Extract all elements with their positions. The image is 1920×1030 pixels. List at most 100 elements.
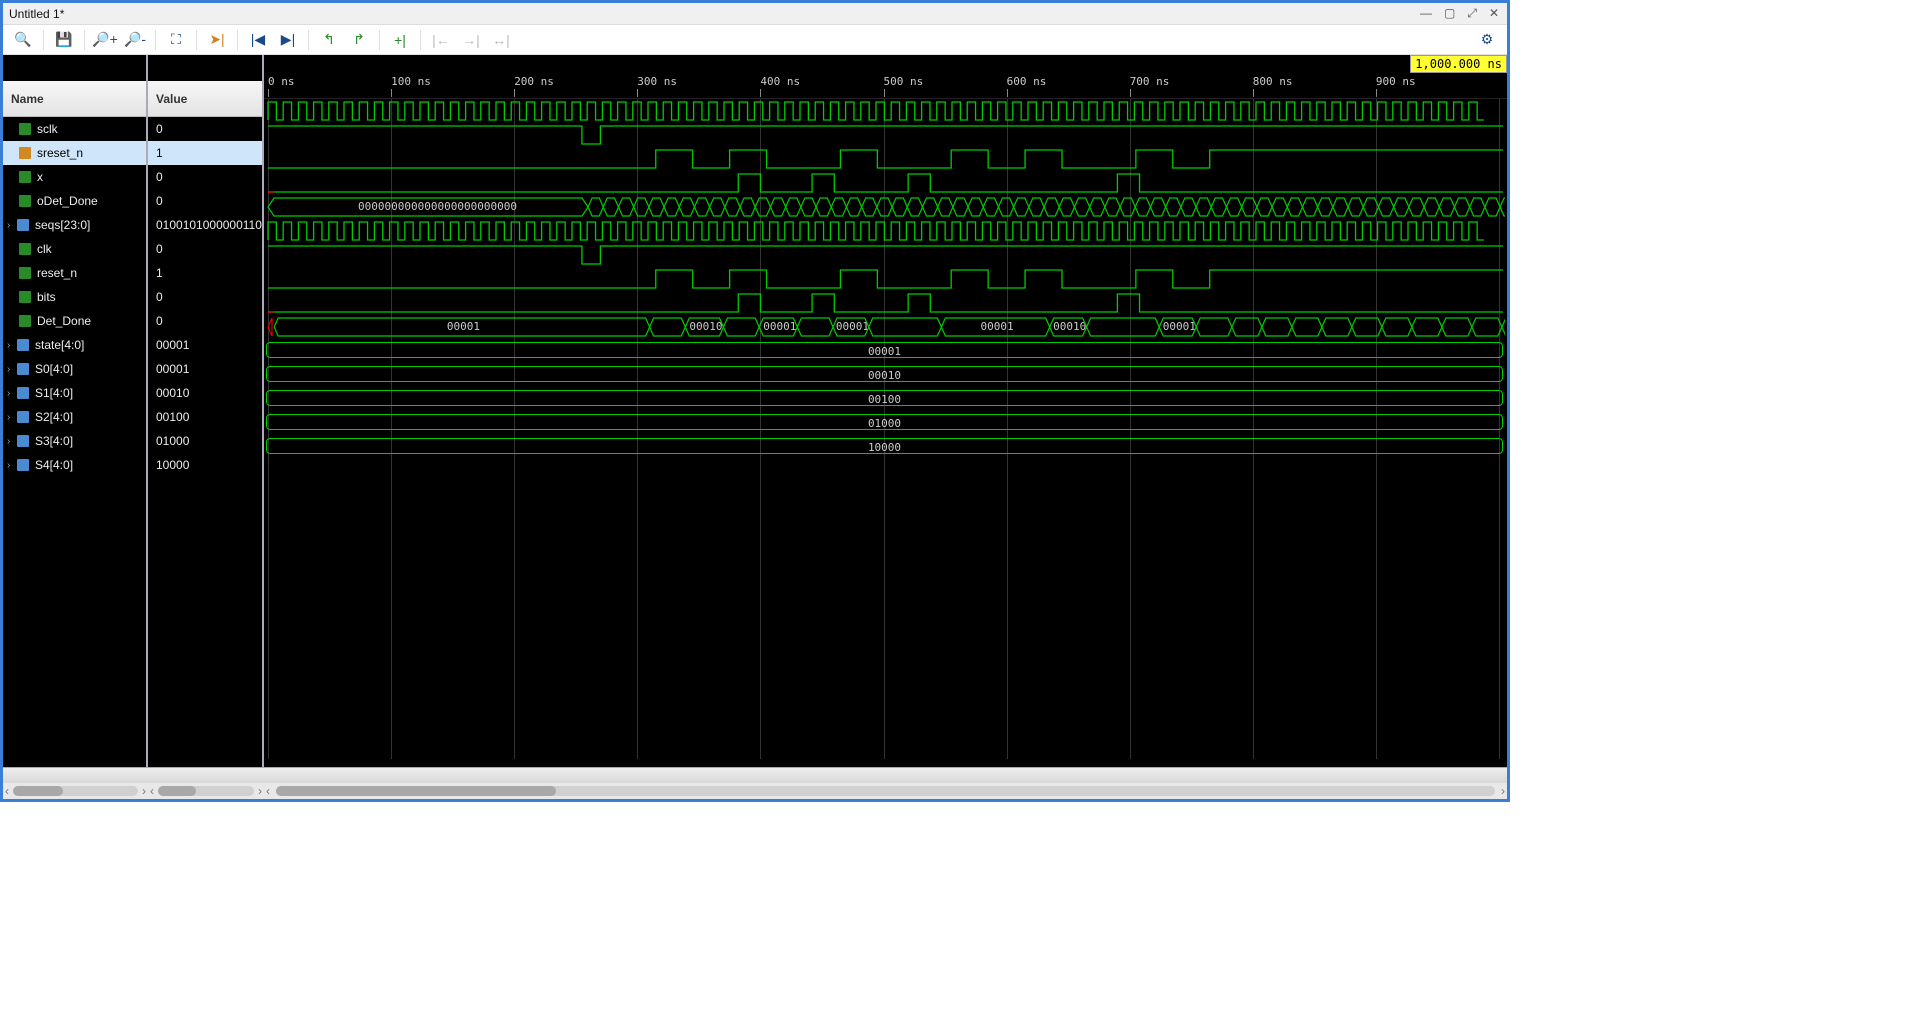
signal-name-list: sclksreset_nx oDet_Done ›seqs[23:0]clkrese…	[3, 117, 146, 477]
status-strip	[3, 767, 1507, 783]
signal-label: S3[4:0]	[35, 434, 73, 448]
wave-row-S040[interactable]: 00001	[264, 339, 1507, 363]
signal-type-icon	[17, 339, 29, 351]
signal-name-seqs230[interactable]: ›seqs[23:0]	[3, 213, 146, 237]
signal-name-resetn[interactable]: reset_n	[3, 261, 146, 285]
wave-row-S140[interactable]: 00010	[264, 363, 1507, 387]
signal-value-S340[interactable]: 01000	[148, 429, 262, 453]
names-panel: Name sclksreset_nx oDet_Done ›seqs[23:0]cl…	[3, 55, 148, 767]
ruler-tick: 700 ns	[1130, 75, 1170, 88]
signal-value-sclk[interactable]: 0	[148, 117, 262, 141]
wave-row-oDetDone[interactable]	[264, 171, 1507, 195]
signal-value-sresetn[interactable]: 1	[148, 141, 262, 165]
wave-row-resetn[interactable]	[264, 243, 1507, 267]
ruler-tick: 500 ns	[884, 75, 924, 88]
prev-transition-icon[interactable]: ↰	[315, 27, 343, 53]
next-marker-icon[interactable]: →|	[457, 27, 485, 53]
signal-name-bits[interactable]: bits	[3, 285, 146, 309]
signal-name-clk[interactable]: clk	[3, 237, 146, 261]
signal-value-S240[interactable]: 00100	[148, 405, 262, 429]
app-window: Untitled 1* — ▢ ⤢ ✕ 🔍 💾 🔎+ 🔎- ⛶ ➤| |◀ ▶|…	[0, 0, 1510, 802]
bus-label: 000000000000000000000000	[358, 200, 517, 213]
signal-name-x[interactable]: x	[3, 165, 146, 189]
signal-name-S340[interactable]: › S3[4:0]	[3, 429, 146, 453]
prev-marker-icon[interactable]: |←	[427, 27, 455, 53]
signal-value-clk[interactable]: 0	[148, 237, 262, 261]
swap-markers-icon[interactable]: ↔|	[487, 27, 515, 53]
value-column-header[interactable]: Value	[148, 81, 262, 117]
go-last-icon[interactable]: ▶|	[274, 27, 302, 53]
signal-label: x	[37, 170, 43, 184]
wave-row-state40[interactable]: 00001000100000100001000010001000001	[264, 315, 1507, 339]
wave-row-sclk[interactable]	[264, 99, 1507, 123]
name-column-header[interactable]: Name	[3, 81, 146, 117]
signal-value-S140[interactable]: 00010	[148, 381, 262, 405]
wave-hscroll[interactable]: ‹›	[264, 783, 1507, 799]
signal-type-icon	[17, 411, 29, 423]
signal-name-DetDone[interactable]: Det_Done	[3, 309, 146, 333]
wave-row-S240[interactable]: 00100	[264, 387, 1507, 411]
signal-value-x[interactable]: 0	[148, 165, 262, 189]
expand-icon[interactable]: ›	[7, 436, 17, 447]
names-hscroll[interactable]: ‹›	[3, 783, 148, 799]
signal-value-resetn[interactable]: 1	[148, 261, 262, 285]
expand-icon[interactable]: ›	[7, 340, 17, 351]
signal-label: oDet_Done	[37, 194, 98, 208]
add-marker-icon[interactable]: +|	[386, 27, 414, 53]
next-transition-icon[interactable]: ↱	[345, 27, 373, 53]
expand-icon[interactable]: ›	[7, 388, 17, 399]
expand-icon[interactable]: ›	[7, 412, 17, 423]
expand-icon[interactable]: ›	[7, 460, 17, 471]
save-icon[interactable]: 💾	[50, 27, 78, 53]
search-icon[interactable]: 🔍	[9, 27, 37, 53]
signal-name-sclk[interactable]: sclk	[3, 117, 146, 141]
signal-label: Det_Done	[37, 314, 91, 328]
signal-name-oDetDone[interactable]: oDet_Done	[3, 189, 146, 213]
expand-icon[interactable]: ›	[7, 220, 17, 231]
const-bus-label: 01000	[868, 417, 901, 430]
zoom-out-icon[interactable]: 🔎-	[121, 27, 149, 53]
minimize-button[interactable]: —	[1418, 6, 1434, 21]
waveform-body[interactable]: 0000000000000000000000000000100010000010…	[264, 99, 1507, 759]
signal-type-icon	[19, 171, 31, 183]
zoom-in-icon[interactable]: 🔎+	[91, 27, 119, 53]
signal-name-S040[interactable]: ›S0[4:0]	[3, 357, 146, 381]
signal-value-state40[interactable]: 00001	[148, 333, 262, 357]
wave-row-clk[interactable]	[264, 219, 1507, 243]
waveform-panel[interactable]: 1,000.000 ns ▴ 0 ns100 ns200 ns300 ns400…	[264, 55, 1507, 767]
go-first-icon[interactable]: |◀	[244, 27, 272, 53]
expand-icon[interactable]: ›	[7, 364, 17, 375]
time-ruler[interactable]: 0 ns100 ns200 ns300 ns400 ns500 ns600 ns…	[264, 73, 1507, 99]
signal-value-seqs230[interactable]: 010010100000011001101010	[148, 213, 262, 237]
values-hscroll[interactable]: ‹›	[148, 783, 264, 799]
maximize-button[interactable]: ⤢	[1465, 6, 1479, 21]
signal-name-state40[interactable]: ›state[4:0]	[3, 333, 146, 357]
signal-value-S440[interactable]: 10000	[148, 453, 262, 477]
const-bus-label: 00001	[868, 345, 901, 358]
signal-name-S140[interactable]: ›S1[4:0]	[3, 381, 146, 405]
close-button[interactable]: ✕	[1487, 6, 1501, 21]
wave-row-S340[interactable]: 01000	[264, 411, 1507, 435]
signal-name-sresetn[interactable]: sreset_n	[3, 141, 146, 165]
signal-name-S240[interactable]: ›S2[4:0]	[3, 405, 146, 429]
signal-type-icon	[19, 195, 31, 207]
const-bus-label: 00100	[868, 393, 901, 406]
signal-value-bits[interactable]: 0	[148, 285, 262, 309]
signal-value-S040[interactable]: 00001	[148, 357, 262, 381]
settings-icon[interactable]: ⚙	[1473, 27, 1501, 53]
go-to-cursor-icon[interactable]: ➤|	[203, 27, 231, 53]
wave-row-bits[interactable]	[264, 267, 1507, 291]
zoom-fit-icon[interactable]: ⛶	[162, 27, 190, 53]
wave-row-S440[interactable]: 10000	[264, 435, 1507, 459]
wave-row-x[interactable]	[264, 147, 1507, 171]
restore-button[interactable]: ▢	[1442, 6, 1457, 21]
wave-row-sresetn[interactable]	[264, 123, 1507, 147]
signal-name-S440[interactable]: ›S4[4:0]	[3, 453, 146, 477]
signal-value-DetDone[interactable]: 0	[148, 309, 262, 333]
values-panel: Value 0100010010100000011001101010010000…	[148, 55, 264, 767]
signal-value-oDetDone[interactable]: 0	[148, 189, 262, 213]
wave-row-DetDone[interactable]	[264, 291, 1507, 315]
signal-type-icon	[19, 123, 31, 135]
ruler-tick: 0 ns	[268, 75, 295, 88]
wave-row-seqs230[interactable]: 000000000000000000000000	[264, 195, 1507, 219]
